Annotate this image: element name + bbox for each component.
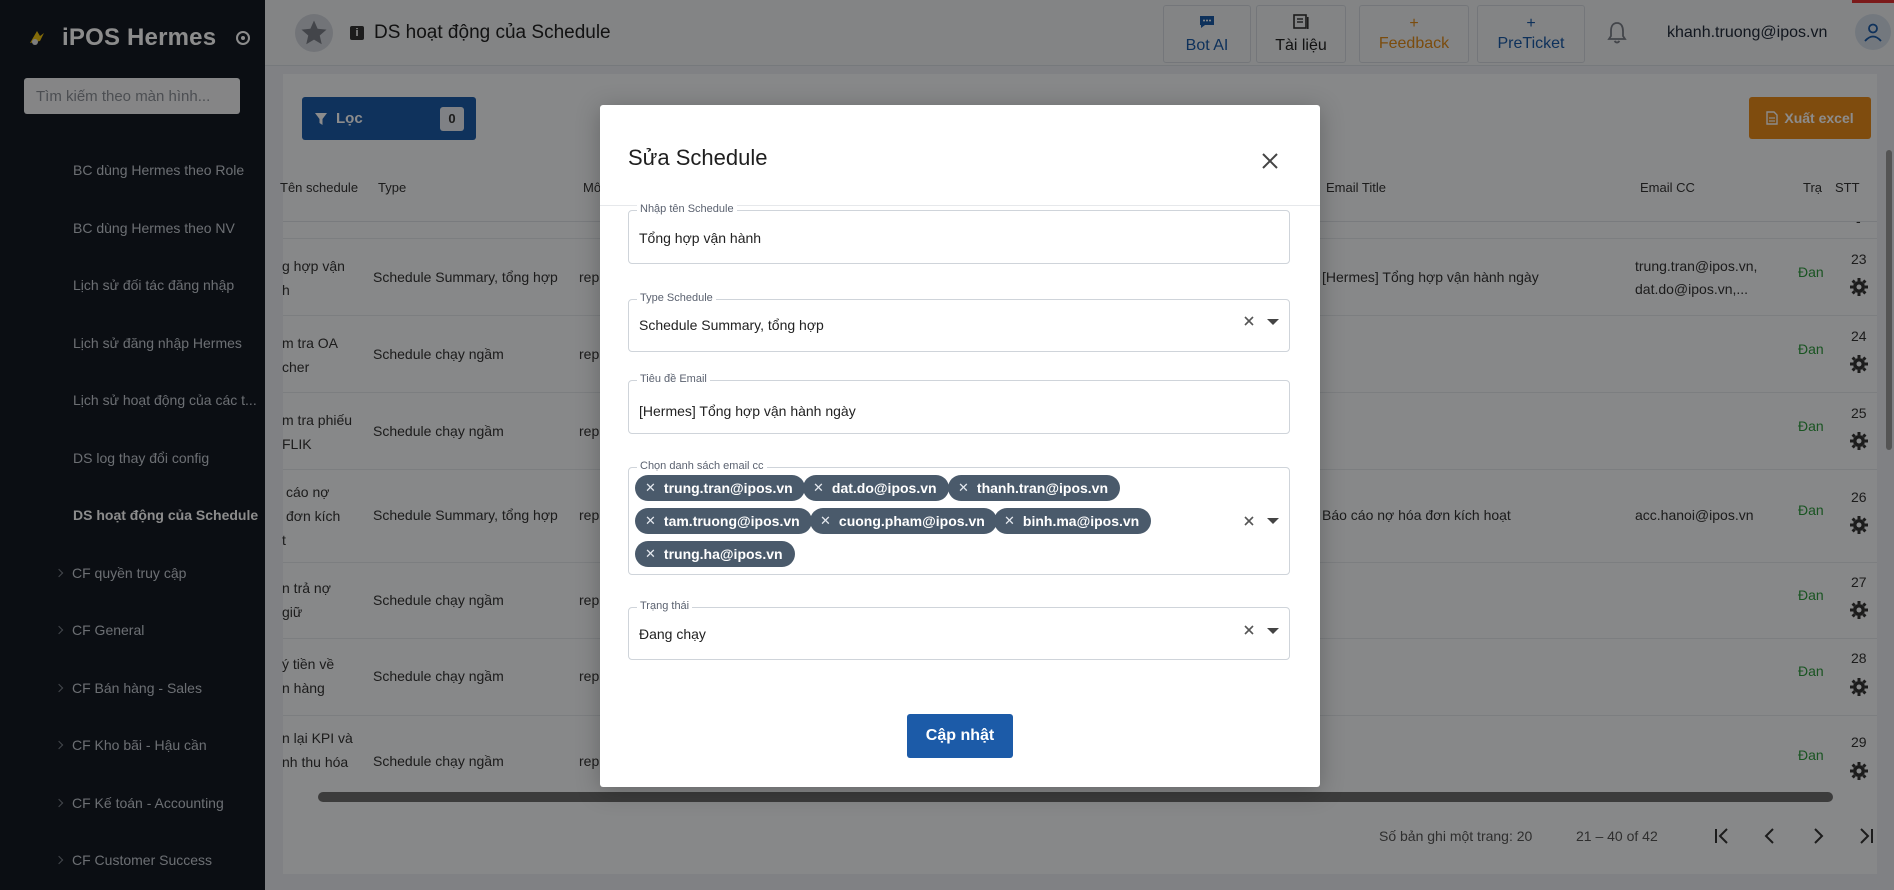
email-chip[interactable]: ✕ thanh.tran@ipos.vn [948, 475, 1121, 501]
chip-label: binh.ma@ipos.vn [1022, 513, 1140, 529]
chip-remove-icon[interactable]: ✕ [1004, 513, 1015, 529]
chip-label: trung.ha@ipos.vn [663, 546, 783, 562]
email-chip[interactable]: ✕ dat.do@ipos.vn [803, 475, 949, 501]
chip-label: cuong.pham@ipos.vn [838, 513, 985, 529]
chip-label: trung.tran@ipos.vn [663, 480, 793, 496]
caret-down-icon[interactable] [1267, 518, 1279, 524]
clear-icon[interactable] [1242, 314, 1256, 328]
field-value: Đang chạy [639, 626, 706, 642]
status-select[interactable]: Trạng thái Đang chạy [628, 600, 1290, 660]
type-schedule-select[interactable]: Type Schedule Schedule Summary, tổng hợp [628, 292, 1290, 352]
modal-title: Sửa Schedule [628, 145, 768, 170]
chip-remove-icon[interactable]: ✕ [958, 480, 969, 496]
email-chip[interactable]: ✕ cuong.pham@ipos.vn [810, 508, 997, 534]
email-chip[interactable]: ✕ binh.ma@ipos.vn [994, 508, 1152, 534]
email-chip[interactable]: ✕ trung.ha@ipos.vn [635, 541, 795, 567]
chip-remove-icon[interactable]: ✕ [645, 546, 656, 562]
field-label: Type Schedule [637, 292, 716, 304]
field-label: Trạng thái [637, 600, 693, 612]
chip-label: thanh.tran@ipos.vn [976, 480, 1109, 496]
email-title-field[interactable]: Tiêu đề Email [Hermes] Tổng hợp vận hành… [628, 373, 1290, 434]
caret-down-icon[interactable] [1267, 319, 1279, 325]
update-button[interactable]: Cập nhật [907, 714, 1013, 758]
clear-icon[interactable] [1242, 514, 1256, 528]
chip-remove-icon[interactable]: ✕ [645, 513, 656, 529]
field-label: Chọn danh sách email cc [637, 460, 767, 472]
close-icon[interactable] [1256, 147, 1284, 175]
field-label: Tiêu đề Email [637, 373, 710, 385]
email-cc-multiselect[interactable]: Chọn danh sách email cc ✕ trung.tran@ipos… [628, 460, 1290, 575]
chip-label: dat.do@ipos.vn [831, 480, 937, 496]
chip-remove-icon[interactable]: ✕ [813, 480, 824, 496]
edit-schedule-modal: Sửa Schedule Nhập tên Schedule Tổng hợp … [600, 105, 1320, 787]
chip-label: tam.truong@ipos.vn [663, 513, 800, 529]
caret-down-icon[interactable] [1267, 628, 1279, 634]
clear-icon[interactable] [1242, 623, 1256, 637]
field-value: [Hermes] Tổng hợp vận hành ngày [639, 403, 856, 419]
field-value: Schedule Summary, tổng hợp [639, 317, 824, 333]
field-value: Tổng hợp vận hành [639, 230, 762, 246]
email-chip[interactable]: ✕ tam.truong@ipos.vn [635, 508, 812, 534]
email-chip[interactable]: ✕ trung.tran@ipos.vn [635, 475, 805, 501]
chip-remove-icon[interactable]: ✕ [820, 513, 831, 529]
chip-remove-icon[interactable]: ✕ [645, 480, 656, 496]
schedule-name-field[interactable]: Nhập tên Schedule Tổng hợp vận hành [628, 203, 1290, 264]
field-label: Nhập tên Schedule [637, 203, 737, 215]
